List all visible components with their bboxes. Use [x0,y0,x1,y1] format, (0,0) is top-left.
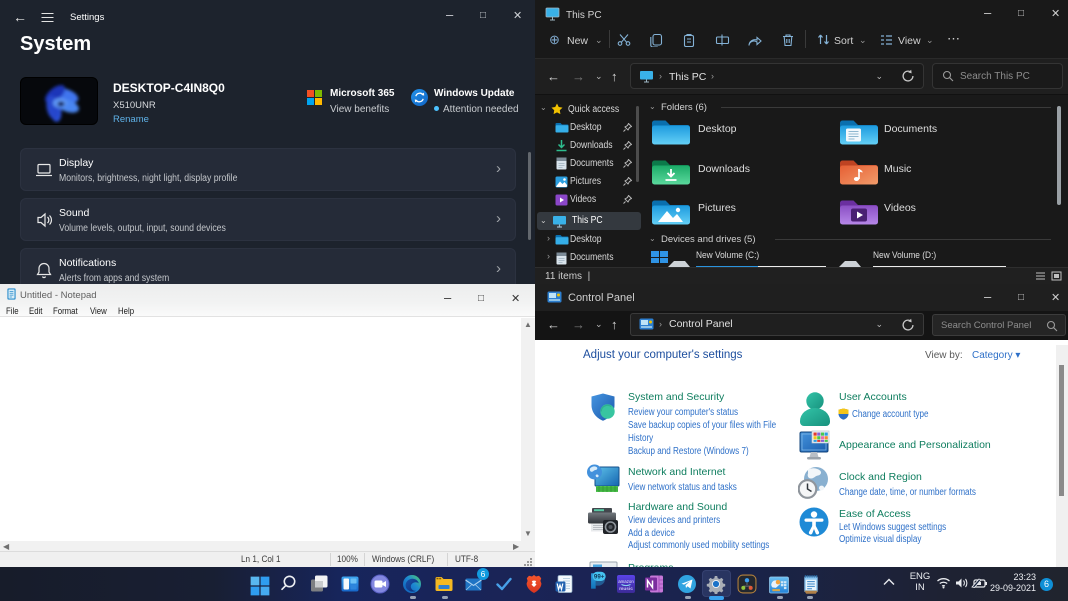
svg-text:amazon: amazon [618,579,634,584]
svg-text:99+: 99+ [594,573,605,580]
svg-text:music: music [619,586,633,592]
